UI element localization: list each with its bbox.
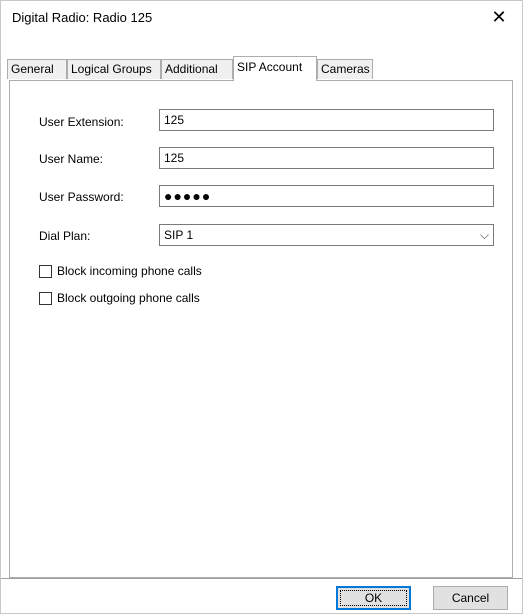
tab-logical-groups[interactable]: Logical Groups: [67, 59, 161, 79]
window-title: Digital Radio: Radio 125: [12, 10, 153, 25]
close-icon[interactable]: ✕: [476, 1, 522, 33]
user-extension-label: User Extension:: [39, 115, 124, 129]
block-outgoing-row[interactable]: Block outgoing phone calls: [39, 291, 239, 308]
focus-rectangle: [340, 590, 407, 606]
sip-account-panel: User Extension: 125 User Name: 125 User …: [9, 80, 513, 578]
password-mask: ●●●●●: [164, 188, 212, 204]
user-password-field[interactable]: ●●●●●: [159, 185, 494, 207]
block-outgoing-checkbox[interactable]: [39, 292, 52, 305]
chevron-down-icon[interactable]: ⌵: [480, 227, 489, 243]
user-name-label: User Name:: [39, 152, 104, 166]
digital-radio-dialog: Digital Radio: Radio 125 ✕ General Logic…: [0, 0, 523, 614]
block-outgoing-label: Block outgoing phone calls: [57, 291, 200, 305]
user-extension-field[interactable]: 125: [159, 109, 494, 131]
block-incoming-row[interactable]: Block incoming phone calls: [39, 264, 239, 281]
block-incoming-label: Block incoming phone calls: [57, 264, 202, 278]
title-bar: Digital Radio: Radio 125 ✕: [1, 1, 522, 35]
dial-plan-label: Dial Plan:: [39, 229, 91, 243]
dial-plan-value: SIP 1: [164, 228, 194, 242]
button-bar-divider: [1, 578, 522, 579]
cancel-button[interactable]: Cancel: [433, 586, 508, 610]
tab-sip-account[interactable]: SIP Account: [233, 56, 317, 81]
tab-general[interactable]: General: [7, 59, 67, 79]
tab-additional[interactable]: Additional: [161, 59, 233, 79]
ok-button[interactable]: OK: [336, 586, 411, 610]
dial-plan-select[interactable]: SIP 1 ⌵: [159, 224, 494, 246]
user-password-label: User Password:: [39, 190, 124, 204]
block-incoming-checkbox[interactable]: [39, 265, 52, 278]
user-name-field[interactable]: 125: [159, 147, 494, 169]
tab-cameras[interactable]: Cameras: [317, 59, 373, 79]
